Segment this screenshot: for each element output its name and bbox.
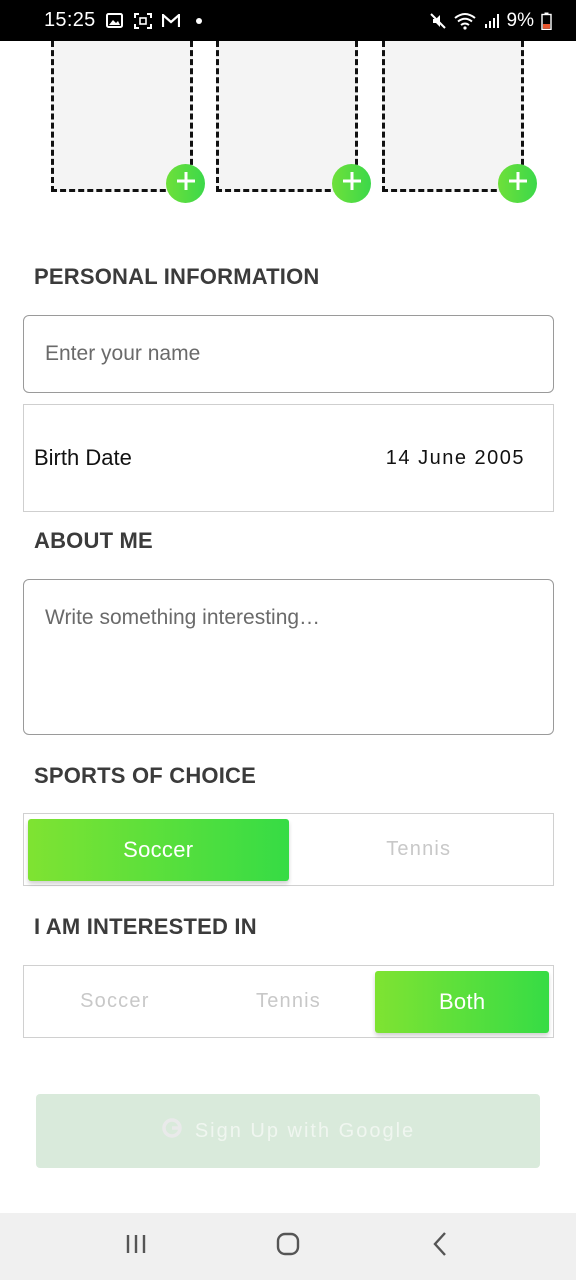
plus-icon (341, 170, 363, 197)
system-nav-bar (0, 1213, 576, 1280)
status-left: 15:25 (44, 9, 208, 32)
status-time: 15:25 (44, 9, 96, 31)
birth-date-field[interactable]: Birth Date 14 June 2005 (23, 404, 554, 512)
interested-segment: Soccer Tennis Both (23, 965, 554, 1038)
home-icon (275, 1231, 301, 1262)
add-photo-button-3[interactable] (498, 164, 537, 203)
about-title: ABOUT ME (34, 528, 153, 553)
sports-segment: Soccer Tennis (23, 813, 554, 886)
mute-icon (429, 12, 447, 30)
plus-icon (175, 170, 197, 197)
google-icon (161, 1117, 183, 1145)
back-arrow-icon (430, 1231, 450, 1262)
battery-icon (540, 12, 552, 30)
sports-option-soccer[interactable]: Soccer (28, 818, 289, 881)
interested-title: I AM INTERESTED IN (34, 914, 257, 939)
add-photo-button-1[interactable] (166, 164, 205, 203)
dot-icon (190, 12, 208, 30)
signal-icon (483, 12, 501, 30)
recent-apps-icon (124, 1233, 148, 1260)
sports-option-tennis[interactable]: Tennis (289, 819, 550, 881)
google-signup-label: Sign Up with Google (194, 1119, 416, 1142)
gallery-icon (106, 12, 124, 30)
home-button[interactable] (258, 1217, 318, 1277)
name-input[interactable] (23, 315, 554, 393)
back-button[interactable] (410, 1217, 470, 1277)
status-right: 9% (429, 10, 552, 32)
interested-option-tennis[interactable]: Tennis (202, 971, 376, 1033)
interested-option-soccer[interactable]: Soccer (28, 971, 202, 1033)
plus-icon (507, 170, 529, 197)
personal-info-title: PERSONAL INFORMATION (34, 264, 320, 289)
battery-percent: 9% (506, 9, 534, 31)
birth-date-value: 14 June 2005 (385, 446, 525, 469)
about-input[interactable] (23, 579, 554, 735)
status-bar: 15:25 9% (0, 0, 576, 41)
gmail-icon (161, 12, 180, 30)
google-signup-button[interactable]: Sign Up with Google (36, 1094, 540, 1168)
recent-apps-button[interactable] (106, 1217, 166, 1277)
birth-date-label: Birth Date (34, 445, 132, 470)
screenshot-icon (133, 12, 152, 30)
sports-title: SPORTS OF CHOICE (34, 763, 256, 788)
add-photo-button-2[interactable] (332, 164, 371, 203)
interested-option-both[interactable]: Both (375, 970, 550, 1033)
wifi-icon (453, 12, 477, 30)
